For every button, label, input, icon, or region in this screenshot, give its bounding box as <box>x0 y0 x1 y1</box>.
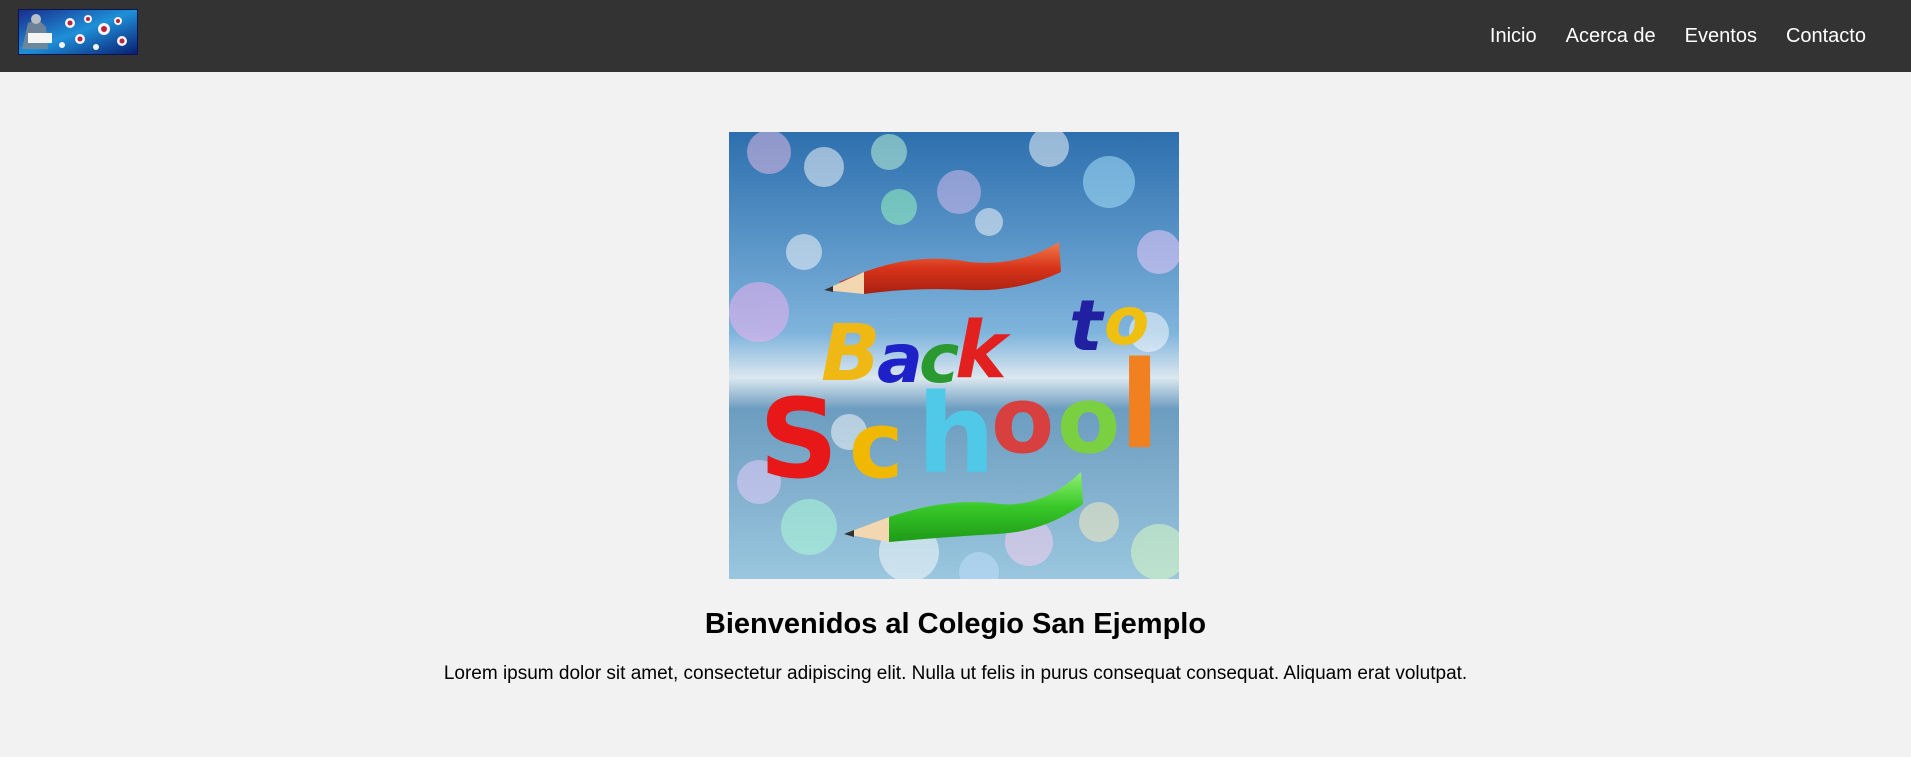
main-nav: Inicio Acerca de Eventos Contacto <box>1461 0 1866 72</box>
hero-letter: l <box>1119 337 1160 476</box>
page-title: Bienvenidos al Colegio San Ejemplo <box>704 608 1207 640</box>
nav-link-inicio[interactable]: Inicio <box>1490 25 1537 48</box>
hero-letter: a <box>877 320 923 399</box>
navbar: Inicio Acerca de Eventos Contacto <box>0 0 1911 72</box>
hero-letter: S <box>759 375 838 503</box>
intro-paragraph: Lorem ipsum dolor sit amet, consectetur … <box>443 663 1468 684</box>
hero-letter: t <box>1069 285 1105 367</box>
nav-link-contacto[interactable]: Contacto <box>1786 25 1866 48</box>
nav-link-eventos[interactable]: Eventos <box>1685 25 1757 48</box>
hero-letter: o <box>991 367 1054 474</box>
nav-link-acerca-de[interactable]: Acerca de <box>1566 25 1656 48</box>
back-to-school-image: B a c k t o S c h o o l <box>729 132 1179 579</box>
hero-letter: h <box>917 370 995 498</box>
school-logo[interactable] <box>18 9 138 55</box>
hero-letter: c <box>849 392 904 499</box>
hero-letter: o <box>1057 367 1120 474</box>
